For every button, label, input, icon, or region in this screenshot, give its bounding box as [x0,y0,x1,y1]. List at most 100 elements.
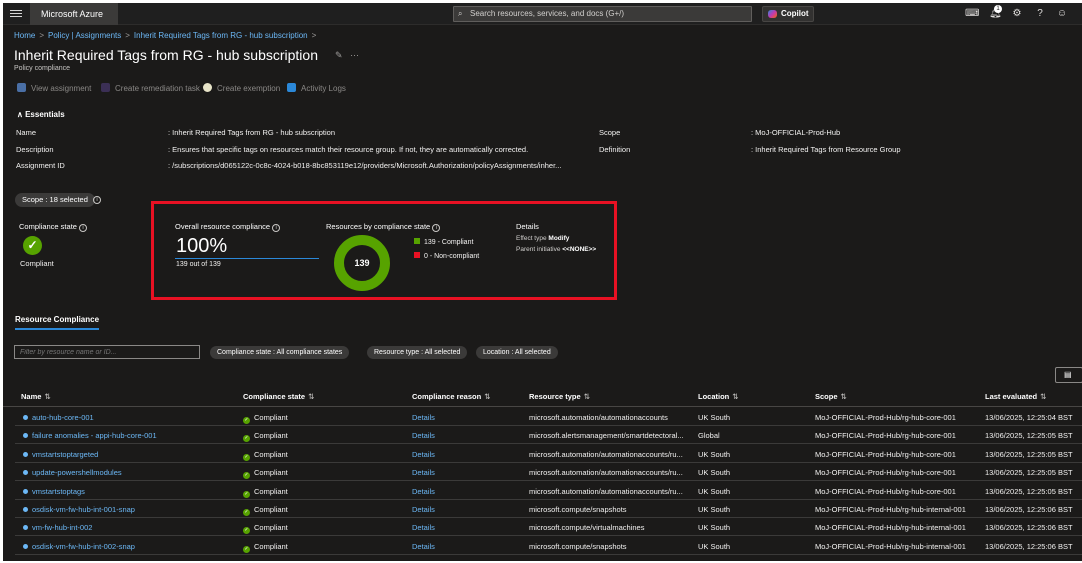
row-name-link[interactable]: vmstartstoptags [32,487,85,496]
row-resource-type: microsoft.compute/snapshots [529,542,691,551]
row-last-evaluated-text: 13/06/2025, 12:25:05 BST [985,431,1073,441]
row-details-link[interactable]: Details [412,450,435,459]
row-details-link[interactable]: Details [412,431,435,440]
column-options-button[interactable]: ▤ [1055,367,1082,383]
row-scope-text: MoJ-OFFICIAL-Prod-Hub/rg-hub-internal-00… [815,505,966,514]
gear-icon[interactable]: ⚙ [1011,8,1023,20]
row-scope-text: MoJ-OFFICIAL-Prod-Hub/rg-hub-core-001 [815,486,956,496]
row-last-evaluated: 13/06/2025, 12:25:06 BST [985,505,1073,514]
breadcrumb-home[interactable]: Home [14,31,35,40]
table-row[interactable]: failure anomalies - appi-hub-core-001 ✓ Co… [15,426,1082,445]
row-last-evaluated-text: 13/06/2025, 12:25:05 BST [985,486,1073,496]
feedback-icon[interactable]: ☺ [1056,8,1068,20]
row-resource-type: microsoft.alertsmanagement/smartdetector… [529,431,691,440]
create-remediation-button[interactable]: Create remediation task [101,83,200,93]
essentials-name-value: : Inherit Required Tags from RG - hub su… [168,128,336,137]
info-icon[interactable]: i [79,224,88,232]
sort-icon: ⇅ [308,392,315,401]
essentials-assignment-id-value: : /subscriptions/d065122c-0c8c-4024-b018… [168,161,562,170]
brand-label[interactable]: Microsoft Azure [30,3,118,25]
compliance-donut-chart[interactable]: 139 [333,234,391,292]
resource-icon [23,433,28,439]
table-row[interactable]: vmstartstoptargeted ✓ Compliant Details micr… [15,445,1082,463]
cloud-shell-icon[interactable]: ⌨ [965,8,979,20]
compliance-state-filter[interactable]: Compliance state : All compliance states [210,346,350,359]
row-details-link[interactable]: Details [412,413,435,422]
more-options-icon[interactable]: ··· [350,50,359,60]
global-search-input[interactable]: ⌕ Search resources, services, and docs (… [453,6,752,22]
legend-compliant[interactable]: 139 - Compliant [414,238,473,246]
row-scope-text: MoJ-OFFICIAL-Prod-Hub/rg-hub-core-001 [815,413,956,422]
columns-icon: ▤ [1064,370,1072,379]
create-exemption-button[interactable]: Create exemption [203,83,280,93]
column-last-evaluated[interactable]: Last evaluated ⇅ [985,392,1046,401]
details-heading: Details [516,222,539,231]
table-row[interactable]: osdisk-vm-fw-hub-int-001-snap ✓ Compliant D… [15,500,1082,518]
help-icon[interactable]: ? [1034,8,1046,20]
page-subtitle: Policy compliance [14,65,71,72]
scope-filter-button[interactable]: Scope : 18 selected [15,193,95,207]
table-row[interactable]: osdisk-vm-fw-hub-int-002-snap ✓ Compliant D… [15,537,1082,555]
row-name-link-text: vm-fw-hub-int-002 [32,523,93,533]
row-details-link[interactable]: Details [412,523,435,532]
table-header: Name ⇅ Compliance state ⇅ Compliance reaso… [3,389,1082,407]
row-scope: MoJ-OFFICIAL-Prod-Hub/rg-hub-core-001 [815,468,956,477]
row-scope: MoJ-OFFICIAL-Prod-Hub/rg-hub-core-001 [815,450,956,459]
row-name-link[interactable]: osdisk-vm-fw-hub-int-001-snap [32,505,135,514]
sort-icon: ⇅ [583,392,590,401]
info-icon[interactable]: i [93,196,101,204]
row-compliance-state: ✓ Compliant [243,523,288,535]
row-scope: MoJ-OFFICIAL-Prod-Hub/rg-hub-core-001 [815,413,956,422]
row-details-link[interactable]: Details [412,542,435,551]
info-icon[interactable]: i [272,224,281,232]
row-details-link[interactable]: Details [412,505,435,514]
row-last-evaluated: 13/06/2025, 12:25:05 BST [985,487,1073,496]
resource-filter-input[interactable] [14,345,200,359]
row-compliance-state: ✓ Compliant [243,431,288,443]
create-remediation-label: Create remediation task [115,84,200,93]
compliant-check-icon: ✓ [243,417,250,424]
row-scope-text: MoJ-OFFICIAL-Prod-Hub/rg-hub-core-001 [815,468,956,478]
row-name-link[interactable]: auto-hub-core-001 [32,413,94,422]
column-location-label: Location [698,392,730,401]
table-row[interactable]: vmstartstoptags ✓ Compliant Details microsof… [15,482,1082,500]
location-filter[interactable]: Location : All selected [476,346,558,359]
column-resource-type[interactable]: Resource type ⇅ [529,392,590,401]
resource-icon [23,525,28,531]
breadcrumb-assignments[interactable]: Policy | Assignments [48,31,121,40]
table-row[interactable]: update-powershellmodules ✓ Compliant Detail… [15,463,1082,482]
breadcrumb-current[interactable]: Inherit Required Tags from RG - hub subs… [134,31,308,40]
row-name-link[interactable]: update-powershellmodules [32,468,122,477]
column-location[interactable]: Location ⇅ [698,392,739,401]
copilot-button[interactable]: Copilot [762,6,814,22]
row-last-evaluated-text: 13/06/2025, 12:25:05 BST [985,468,1073,478]
resource-type-filter[interactable]: Resource type : All selected [367,346,468,359]
legend-noncompliant[interactable]: 0 - Non-compliant [414,252,479,260]
table-row[interactable]: vm-fw-hub-int-002 ✓ Compliant Details micros… [15,518,1082,537]
table-row[interactable]: auto-hub-core-001 ✓ Compliant Details micros… [15,408,1082,426]
row-name-link[interactable]: vmstartstoptargeted [32,450,98,459]
chevron-right-icon: > [39,31,45,40]
column-scope[interactable]: Scope ⇅ [815,392,847,401]
column-compliance-reason[interactable]: Compliance reason ⇅ [412,392,491,401]
essentials-toggle[interactable]: ∧ Essentials [17,110,65,119]
info-icon[interactable]: i [432,224,441,232]
row-details-link[interactable]: Details [412,487,435,496]
row-name-link[interactable]: vm-fw-hub-int-002 [32,523,92,532]
row-name-link[interactable]: osdisk-vm-fw-hub-int-002-snap [32,542,135,551]
pin-icon[interactable]: ✎ [335,50,343,60]
row-name-link[interactable]: failure anomalies - appi-hub-core-001 [32,431,157,440]
column-compliance-state[interactable]: Compliance state ⇅ [243,392,314,401]
column-name[interactable]: Name ⇅ [21,392,51,401]
row-last-evaluated-text: 13/06/2025, 12:25:04 BST [985,413,1073,422]
row-name-link-text: auto-hub-core-001 [32,413,94,422]
view-assignment-button[interactable]: View assignment [17,83,91,93]
activity-logs-label: Activity Logs [301,84,346,93]
hamburger-menu-icon[interactable] [9,8,23,20]
row-scope: MoJ-OFFICIAL-Prod-Hub/rg-hub-core-001 [815,431,956,440]
tab-resource-compliance[interactable]: Resource Compliance [15,315,100,330]
row-details-link[interactable]: Details [412,468,435,477]
activity-logs-button[interactable]: Activity Logs [287,83,346,93]
parent-initiative-label: Parent initiative [516,246,561,253]
row-scope-text: MoJ-OFFICIAL-Prod-Hub/rg-hub-core-001 [815,431,956,441]
